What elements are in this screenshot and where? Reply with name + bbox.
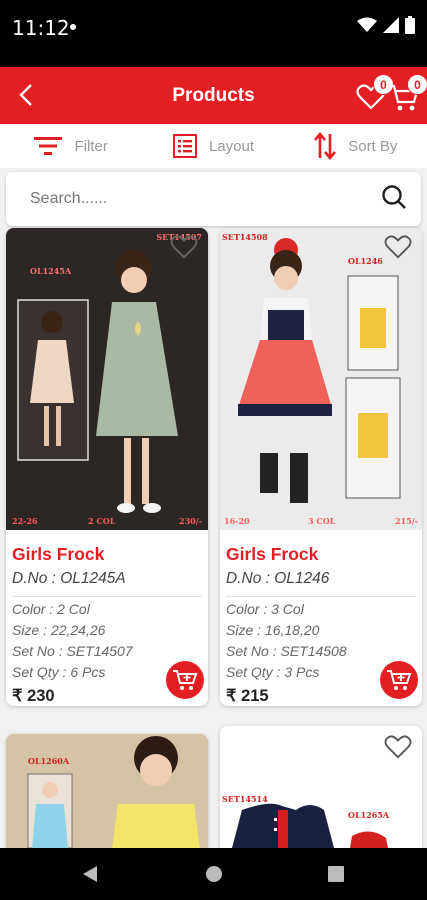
image-colour-count: 3 COL bbox=[308, 516, 336, 526]
wishlist-toggle[interactable] bbox=[384, 234, 414, 262]
image-design-code: OL1265A bbox=[348, 810, 390, 820]
product-photo bbox=[6, 734, 208, 848]
sort-icon bbox=[314, 132, 337, 160]
recents-square-icon[interactable] bbox=[328, 866, 344, 882]
product-set-no: Set No : SET14507 bbox=[12, 643, 133, 659]
heart-icon bbox=[170, 235, 198, 259]
heart-icon bbox=[384, 235, 412, 259]
cart-count-badge: 0 bbox=[407, 74, 427, 95]
notification-dot-icon bbox=[70, 24, 76, 30]
search-icon bbox=[382, 185, 406, 209]
layout-label: Layout bbox=[208, 137, 255, 155]
product-image[interactable]: OL1245A SET14507 22-26 2 COL 230/- bbox=[6, 228, 208, 530]
image-size-range: 16-20 bbox=[224, 516, 250, 526]
image-colour-count: 2 COL bbox=[88, 516, 116, 526]
heart-icon bbox=[384, 735, 412, 759]
add-to-cart-button[interactable] bbox=[380, 661, 418, 699]
battery-icon bbox=[405, 16, 415, 34]
add-to-cart-icon bbox=[173, 670, 198, 690]
app-bar: Products 0 0 bbox=[0, 67, 427, 124]
back-triangle-icon[interactable] bbox=[82, 865, 98, 883]
wifi-icon bbox=[357, 17, 377, 32]
product-name: Girls Frock bbox=[226, 544, 319, 564]
wishlist-button[interactable]: 0 bbox=[354, 74, 394, 113]
wishlist-toggle[interactable] bbox=[384, 734, 414, 762]
status-bar: 11:12 bbox=[0, 0, 427, 67]
signal-icon bbox=[383, 17, 399, 33]
product-color: Color : 2 Col bbox=[12, 601, 90, 617]
product-name: Girls Frock bbox=[12, 544, 105, 564]
product-color: Color : 3 Col bbox=[226, 601, 304, 617]
sort-button[interactable]: Sort By bbox=[285, 124, 427, 168]
search-button[interactable] bbox=[381, 184, 411, 214]
search-input[interactable] bbox=[6, 172, 376, 226]
product-set-no: Set No : SET14508 bbox=[226, 643, 347, 659]
product-image[interactable]: SET14514 OL1265A bbox=[220, 726, 422, 848]
image-set-code: SET14508 bbox=[222, 232, 268, 242]
image-price: 230/- bbox=[179, 516, 202, 526]
image-size-range: 22-26 bbox=[12, 516, 38, 526]
image-set-code: SET14514 bbox=[222, 794, 268, 804]
image-design-code: OL1246 bbox=[348, 256, 383, 266]
add-to-cart-button[interactable] bbox=[166, 661, 204, 699]
filter-label: Filter bbox=[74, 137, 108, 155]
layout-button[interactable]: Layout bbox=[142, 124, 284, 168]
search-bar bbox=[6, 172, 421, 226]
toolbar: Filter Layout Sort By bbox=[0, 124, 427, 168]
layout-icon bbox=[172, 134, 197, 158]
image-price: 215/- bbox=[395, 516, 418, 526]
product-image[interactable]: SET14508 OL1246 16-20 3 COL 215/- bbox=[220, 228, 422, 530]
add-to-cart-icon bbox=[387, 670, 412, 690]
wishlist-toggle[interactable] bbox=[170, 234, 200, 262]
product-card[interactable]: SET14508 OL1246 16-20 3 COL 215/- Girls … bbox=[220, 228, 422, 706]
filter-button[interactable]: Filter bbox=[0, 124, 142, 168]
image-design-code: OL1245A bbox=[30, 266, 72, 276]
product-design-no: D.No : OL1245A bbox=[12, 570, 202, 597]
product-card[interactable]: OL1260A bbox=[6, 734, 208, 848]
sort-label: Sort By bbox=[348, 137, 398, 155]
product-size: Size : 22,24,26 bbox=[12, 622, 106, 638]
system-nav-bar bbox=[0, 848, 427, 900]
cart-button[interactable]: 0 bbox=[388, 74, 427, 113]
product-design-no: D.No : OL1246 bbox=[226, 570, 416, 597]
product-card[interactable]: SET14514 OL1265A bbox=[220, 726, 422, 848]
filter-icon bbox=[34, 137, 63, 155]
product-photo bbox=[220, 228, 422, 530]
status-time: 11:12 bbox=[12, 16, 70, 40]
product-size: Size : 16,18,20 bbox=[226, 622, 320, 638]
product-card[interactable]: OL1245A SET14507 22-26 2 COL 230/- Girls… bbox=[6, 228, 208, 706]
product-image[interactable]: OL1260A bbox=[6, 734, 208, 848]
image-design-code: OL1260A bbox=[28, 756, 70, 766]
home-circle-icon[interactable] bbox=[205, 865, 223, 883]
status-icons bbox=[357, 16, 415, 34]
